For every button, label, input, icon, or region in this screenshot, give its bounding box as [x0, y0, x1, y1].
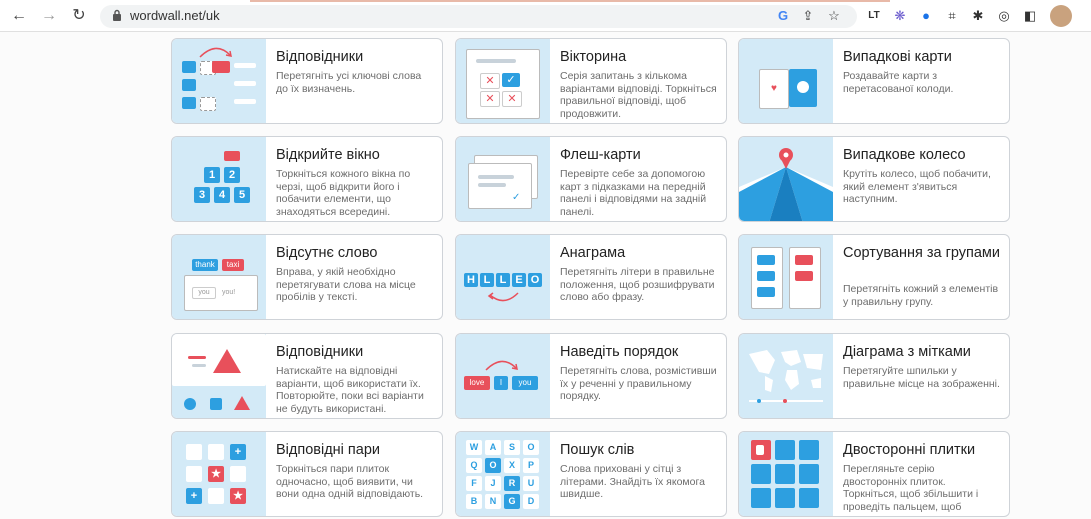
extension-capture-icon[interactable]: ⌗: [944, 8, 960, 24]
card-description: Перегляньте серію двосторонніх плиток. Т…: [843, 463, 979, 513]
wordsearch-cell: R: [504, 476, 520, 491]
wordsearch-cell: P: [523, 458, 539, 473]
wordsearch-cell: D: [523, 494, 539, 509]
flip-tiles-thumbnail: [739, 432, 833, 516]
card-title: Анаграма: [560, 245, 626, 261]
template-card-labelled-diagram[interactable]: Діаграма з мітками Перетягуйте шпильки у…: [738, 333, 1010, 419]
wordsearch-cell: Q: [466, 458, 482, 473]
bookmark-star-icon[interactable]: ☆: [826, 8, 842, 24]
card-title: Сортування за групами: [843, 245, 1001, 261]
card-description: Перевірте себе за допомогою карт з підка…: [560, 168, 707, 218]
unjumble-thumbnail: love I you: [456, 334, 550, 418]
card-title: Випадкове колесо: [843, 147, 966, 163]
address-bar[interactable]: wordwall.net/uk: [100, 5, 857, 28]
template-card-missing-word[interactable]: thank taxi you you! Відсутнє слово Вправ…: [171, 234, 443, 320]
wordsearch-cell: W: [466, 440, 482, 455]
card-description: Перетягніть усі ключові слова до їх визн…: [276, 70, 422, 95]
labelled-diagram-thumbnail: [739, 334, 833, 418]
template-card-matching[interactable]: Відповідники Перетягніть усі ключові сло…: [171, 38, 443, 124]
wordsearch-cell: A: [485, 440, 501, 455]
card-title: Флеш-карти: [560, 147, 641, 163]
card-description: Перетягніть літери в правильне положення…: [560, 266, 715, 303]
reload-icon[interactable]: ↻: [70, 7, 88, 25]
template-card-anagram[interactable]: H L L E O Анаграма Перетягніть літери в …: [455, 234, 727, 320]
wordsearch-cell: S: [504, 440, 520, 455]
card-title: Діаграма з мітками: [843, 344, 971, 360]
wordsearch-cell: O: [523, 440, 539, 455]
template-card-open-box[interactable]: 1 2 3 4 5 Відкрийте вікно Торкніться кож…: [171, 136, 443, 222]
matching-pairs-thumbnail: + ★ + ★: [172, 432, 266, 516]
template-card-quiz[interactable]: ✕ ✓ ✕ ✕ Вікторина Серія запитань з кільк…: [455, 38, 727, 124]
anagram-thumbnail: H L L E O: [456, 235, 550, 319]
extension-dot-icon[interactable]: ●: [918, 8, 934, 24]
extension-gauge-icon[interactable]: ◎: [996, 8, 1012, 24]
wordsearch-cell: J: [485, 476, 501, 491]
side-panel-icon[interactable]: ◧: [1022, 8, 1038, 24]
card-description: Торкніться кожного вікна по черзі, щоб в…: [276, 168, 411, 218]
url-text: wordwall.net/uk: [130, 8, 220, 23]
card-description: Слова приховані у сітці з літерами. Знай…: [560, 463, 705, 500]
templates-page: Відповідники Перетягніть усі ключові сло…: [0, 32, 1091, 519]
template-card-match-up[interactable]: Відповідники Натискайте на відповідні ва…: [171, 333, 443, 419]
template-card-flash-cards[interactable]: ✓ Флеш-карти Перевірте себе за допомогою…: [455, 136, 727, 222]
card-description: Натискайте на відповідні варіанти, щоб в…: [276, 365, 424, 415]
extension-snowflake-icon[interactable]: ❋: [892, 8, 908, 24]
card-title: Вікторина: [560, 49, 627, 65]
browser-toolbar: ← → ↻ wordwall.net/uk G ⇪ ☆ LT ❋ ● ⌗ ✱ ◎…: [0, 0, 1091, 32]
card-title: Двосторонні плитки: [843, 442, 976, 458]
card-title: Відсутнє слово: [276, 245, 378, 261]
template-card-unjumble[interactable]: love I you Наведіть порядок Перетягніть …: [455, 333, 727, 419]
card-title: Наведіть порядок: [560, 344, 679, 360]
back-arrow-icon[interactable]: ←: [10, 7, 28, 25]
random-wheel-thumbnail: [739, 137, 833, 221]
wordsearch-cell: X: [504, 458, 520, 473]
card-description: Роздавайте карти з перетасованої колоди.: [843, 70, 954, 95]
extensions-puzzle-icon[interactable]: ✱: [970, 8, 986, 24]
card-title: Відповідники: [276, 344, 364, 360]
template-card-group-sort[interactable]: Сортування за групами Перетягніть кожний…: [738, 234, 1010, 320]
template-card-random-wheel[interactable]: Випадкове колесо Крутіть колесо, щоб поб…: [738, 136, 1010, 222]
lock-icon: [113, 9, 121, 21]
card-description: Перетягніть слова, розмістивши їх у рече…: [560, 365, 717, 402]
card-title: Відповідники: [276, 49, 364, 65]
share-icon[interactable]: ⇪: [800, 8, 816, 24]
wordsearch-cell: F: [466, 476, 482, 491]
wordsearch-cell: U: [523, 476, 539, 491]
open-box-thumbnail: 1 2 3 4 5: [172, 137, 266, 221]
wordsearch-cell: O: [485, 458, 501, 473]
tab-strip-edge: [250, 0, 890, 2]
match-up-thumbnail: [172, 334, 266, 418]
profile-avatar[interactable]: [1050, 5, 1072, 27]
template-card-wordsearch[interactable]: WASOQOXPFJRUBNGD Пошук слів Слова прихов…: [455, 431, 727, 517]
extension-icon[interactable]: LT: [866, 8, 882, 24]
group-sort-thumbnail: [739, 235, 833, 319]
template-card-random-cards[interactable]: ♥ Випадкові карти Роздавайте карти з пер…: [738, 38, 1010, 124]
quiz-thumbnail: ✕ ✓ ✕ ✕: [456, 39, 550, 123]
card-description: Вправа, у якій необхідно перетягувати сл…: [276, 266, 416, 303]
wordsearch-thumbnail: WASOQOXPFJRUBNGD: [456, 432, 550, 516]
card-description: Серія запитань з кількома варіантами від…: [560, 70, 717, 120]
missing-word-thumbnail: thank taxi you you!: [172, 235, 266, 319]
flash-cards-thumbnail: ✓: [456, 137, 550, 221]
template-card-flip-tiles[interactable]: Двосторонні плитки Перегляньте серію дво…: [738, 431, 1010, 517]
card-description: Перетягніть кожний з елементів у правиль…: [843, 283, 999, 308]
template-card-matching-pairs[interactable]: + ★ + ★ Відповідні пари Торкніться пари …: [171, 431, 443, 517]
wordsearch-cell: B: [466, 494, 482, 509]
google-translate-icon[interactable]: G: [775, 8, 791, 24]
card-description: Перетягуйте шпильки у правильне місце на…: [843, 365, 1000, 390]
card-title: Відповідні пари: [276, 442, 380, 458]
wordsearch-cell: N: [485, 494, 501, 509]
wordsearch-cell: G: [504, 494, 520, 509]
card-description: Крутіть колесо, щоб побачити, який елеме…: [843, 168, 991, 205]
matching-thumbnail: [172, 39, 266, 123]
random-cards-thumbnail: ♥: [739, 39, 833, 123]
card-title: Відкрийте вікно: [276, 147, 380, 163]
forward-arrow-icon[interactable]: →: [40, 7, 58, 25]
card-title: Випадкові карти: [843, 49, 952, 65]
card-description: Торкніться пари плиток одночасно, щоб ви…: [276, 463, 424, 500]
card-title: Пошук слів: [560, 442, 635, 458]
